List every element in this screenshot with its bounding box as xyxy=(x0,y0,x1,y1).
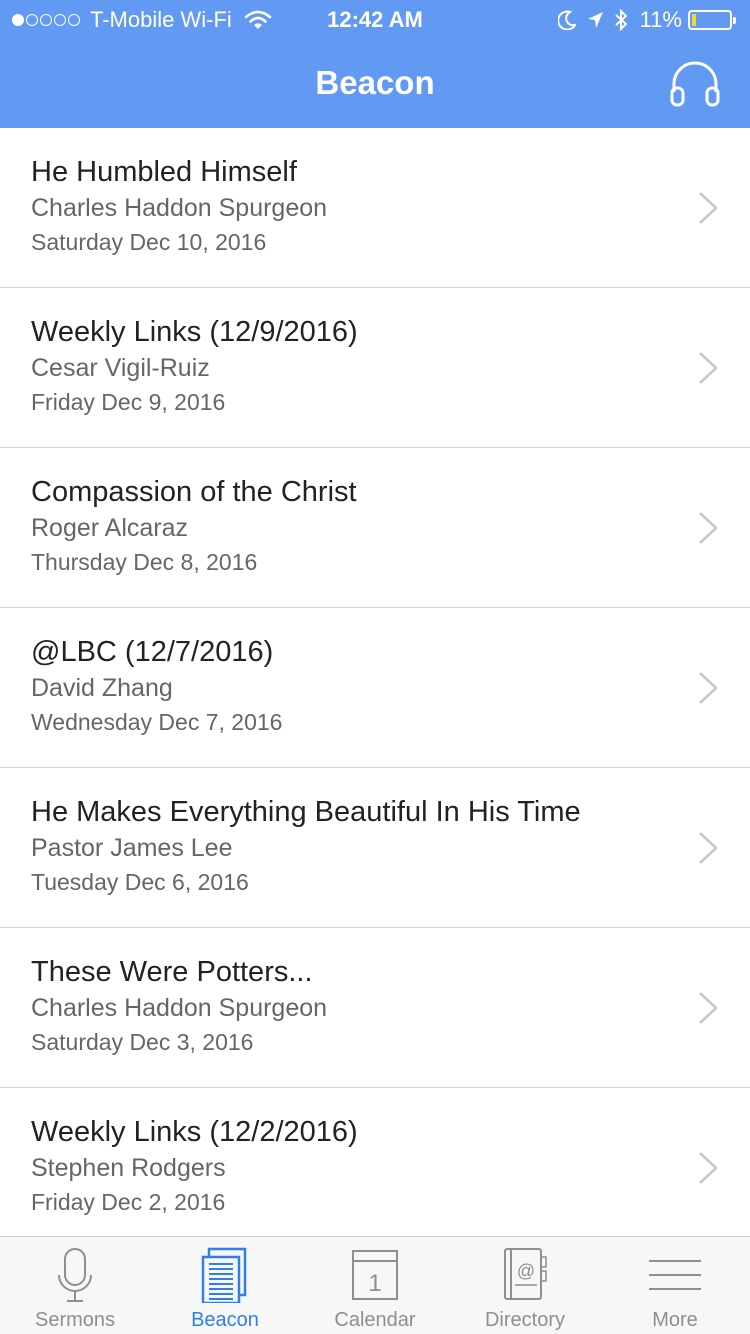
page-title: Beacon xyxy=(315,64,435,101)
document-icon xyxy=(195,1247,255,1305)
article-list: He Humbled Himself Charles Haddon Spurgeo… xyxy=(0,128,750,1248)
menu-icon xyxy=(645,1247,705,1303)
item-title: Weekly Links (12/2/2016) xyxy=(31,1116,358,1148)
item-author: Roger Alcaraz xyxy=(31,514,189,542)
chevron-right-icon xyxy=(699,832,718,864)
item-author: Charles Haddon Spurgeon xyxy=(31,994,328,1022)
tab-label: Sermons xyxy=(34,1309,116,1331)
item-date: Wednesday Dec 7, 2016 xyxy=(31,709,283,735)
tab-beacon[interactable]: Beacon xyxy=(150,1237,300,1334)
item-author: Stephen Rodgers xyxy=(31,1154,226,1182)
item-date: Tuesday Dec 6, 2016 xyxy=(31,869,249,895)
item-date: Friday Dec 9, 2016 xyxy=(31,389,226,415)
chevron-right-icon xyxy=(699,512,718,544)
item-title: He Makes Everything Beautiful In His Tim… xyxy=(31,796,581,828)
address-book-icon: @ xyxy=(495,1247,555,1303)
status-bar: T-Mobile Wi-Fi 12:42 AM 11% xyxy=(0,0,750,40)
tab-sermons[interactable]: Sermons xyxy=(0,1237,150,1334)
item-author: Pastor James Lee xyxy=(31,834,233,862)
microphone-icon xyxy=(45,1247,105,1303)
item-author: Cesar Vigil-Ruiz xyxy=(31,354,210,382)
item-date: Friday Dec 2, 2016 xyxy=(31,1189,226,1215)
item-title: These Were Potters... xyxy=(31,956,313,988)
nav-header: T-Mobile Wi-Fi 12:42 AM 11% Beacon xyxy=(0,0,750,128)
battery-percentage: 11% xyxy=(639,7,682,32)
calendar-icon: 1 xyxy=(345,1247,405,1303)
list-item[interactable]: @LBC (12/7/2016) David Zhang Wednesday Dec… xyxy=(0,608,750,768)
item-date: Thursday Dec 8, 2016 xyxy=(31,549,258,575)
location-arrow-icon xyxy=(587,12,603,28)
tab-label: Beacon xyxy=(191,1309,259,1331)
list-item[interactable]: He Makes Everything Beautiful In His Tim… xyxy=(0,768,750,928)
tab-label: Calendar xyxy=(334,1309,416,1331)
item-author: David Zhang xyxy=(31,674,173,702)
tab-directory[interactable]: @ Directory xyxy=(450,1237,600,1334)
tab-label: Directory xyxy=(484,1309,565,1331)
item-author: Charles Haddon Spurgeon xyxy=(31,194,328,222)
bluetooth-icon xyxy=(614,9,628,31)
battery-icon xyxy=(688,10,736,30)
list-item[interactable]: These Were Potters... Charles Haddon Spur… xyxy=(0,928,750,1088)
item-title: @LBC (12/7/2016) xyxy=(31,636,274,668)
svg-text:@: @ xyxy=(517,1261,535,1281)
list-item[interactable]: Weekly Links (12/2/2016) Stephen Rodgers F… xyxy=(0,1088,750,1248)
tab-calendar[interactable]: 1 Calendar xyxy=(300,1237,450,1334)
svg-text:1: 1 xyxy=(368,1270,381,1297)
moon-icon xyxy=(557,10,576,30)
chevron-right-icon xyxy=(699,1152,718,1184)
headphones-icon[interactable] xyxy=(668,58,722,108)
list-item[interactable]: Compassion of the Christ Roger Alcaraz Thu… xyxy=(0,448,750,608)
chevron-right-icon xyxy=(699,352,718,384)
tab-label: More xyxy=(652,1309,698,1331)
tab-more[interactable]: More xyxy=(600,1237,750,1334)
tab-bar: Sermons Beacon 1 Calendar @ Directory More xyxy=(0,1236,750,1334)
item-title: Weekly Links (12/9/2016) xyxy=(31,316,358,348)
chevron-right-icon xyxy=(699,992,718,1024)
chevron-right-icon xyxy=(699,672,718,704)
list-item[interactable]: Weekly Links (12/9/2016) Cesar Vigil-Ruiz… xyxy=(0,288,750,448)
list-item[interactable]: He Humbled Himself Charles Haddon Spurgeo… xyxy=(0,128,750,288)
chevron-right-icon xyxy=(699,192,718,224)
item-date: Saturday Dec 10, 2016 xyxy=(31,229,267,255)
item-title: He Humbled Himself xyxy=(31,156,297,188)
item-date: Saturday Dec 3, 2016 xyxy=(31,1029,254,1055)
item-title: Compassion of the Christ xyxy=(31,476,357,508)
